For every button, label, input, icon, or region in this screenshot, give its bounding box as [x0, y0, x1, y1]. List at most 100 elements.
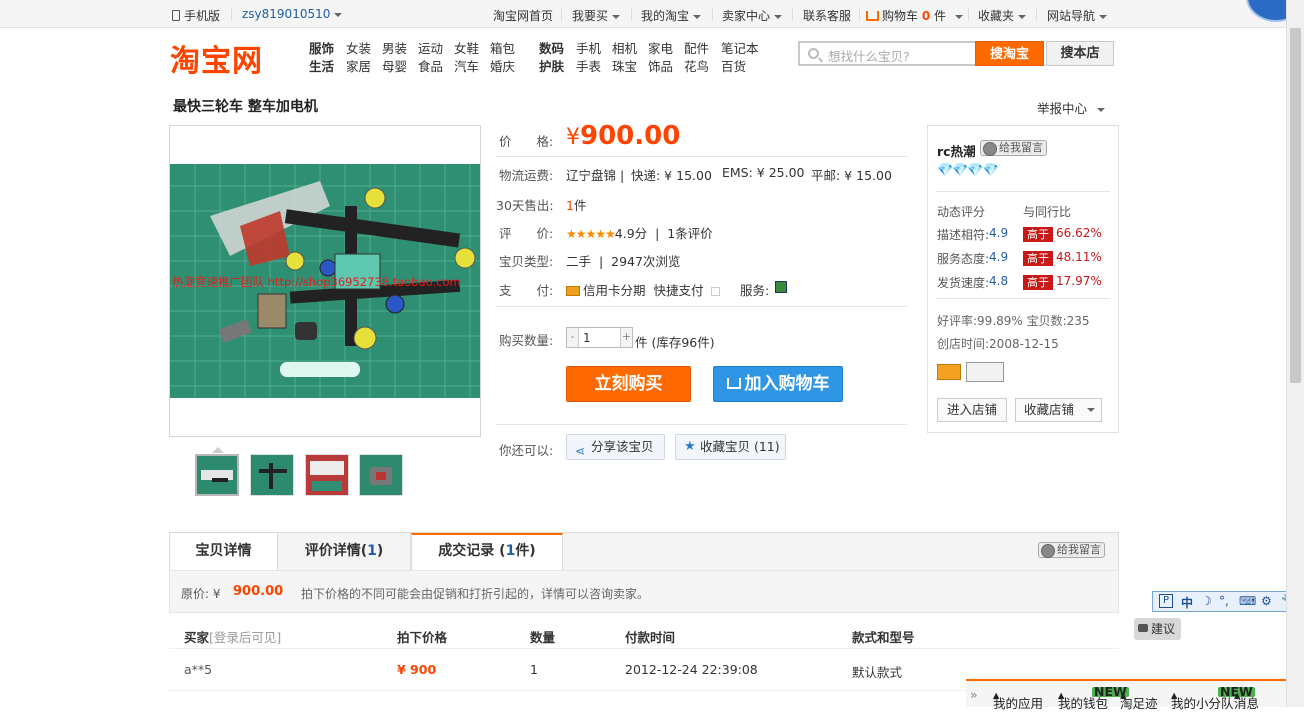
ime-settings-icon[interactable]: ⚙ [1261, 594, 1272, 608]
star-rating-icon: ★★★★★ [566, 227, 616, 241]
tab-details[interactable]: 宝贝详情 [170, 533, 278, 571]
tab-records[interactable]: 成交记录 (1件) [411, 533, 563, 571]
category-link[interactable]: 箱包 [490, 38, 515, 57]
fav-shop-button[interactable]: 收藏店铺 [1015, 398, 1102, 422]
mytaobao-menu[interactable]: 我的淘宝 [641, 7, 702, 24]
share-button[interactable]: ⋖ 分享该宝贝 [566, 434, 665, 460]
category-link[interactable]: 配件 [684, 38, 709, 57]
increment-button[interactable]: + [620, 328, 632, 347]
footprint-menu[interactable]: 淘足迹 ▴ [1120, 687, 1158, 711]
score-row-label: 描述相符: [937, 228, 990, 242]
my-wallet-menu[interactable]: 我的钱包 ▴ [1058, 687, 1108, 711]
category-link[interactable]: 数码 [539, 38, 564, 57]
favorites-menu[interactable]: 收藏夹 [978, 7, 1027, 24]
chevron-down-icon [1087, 408, 1095, 412]
scrollbar-thumb[interactable] [1290, 28, 1301, 383]
ime-toolbar[interactable]: P 中 ☽ °, ⌨ ⚙ 🔧 [1152, 591, 1302, 612]
thumbnail-4[interactable] [359, 454, 403, 496]
category-link[interactable]: 家电 [648, 38, 673, 57]
category-link[interactable]: 珠宝 [612, 56, 637, 75]
created-date: 创店时间:2008-12-15 [937, 337, 1059, 351]
category-link[interactable]: 生活 [309, 56, 334, 75]
category-link[interactable]: 家居 [346, 56, 371, 75]
also-label: 你还可以: [499, 443, 554, 458]
chevron-down-icon [1099, 14, 1108, 19]
category-link[interactable]: 笔记本 [721, 38, 759, 57]
category-link[interactable]: 护肤 [539, 56, 564, 75]
thumbnail-3[interactable] [305, 454, 349, 496]
sold-label: 30天售出: [496, 198, 554, 213]
collect-button[interactable]: ★ 收藏宝贝 (11) [675, 434, 786, 460]
quantity-stepper[interactable]: - 1 + [566, 327, 633, 348]
category-link[interactable]: 手机 [576, 38, 601, 57]
site-nav-menu[interactable]: 网站导航 [1047, 7, 1108, 24]
buy-menu[interactable]: 我要买 [572, 7, 621, 24]
chevron-down-icon [1097, 107, 1106, 112]
category-link[interactable]: 女装 [346, 38, 371, 57]
buy-now-button[interactable]: 立刻购买 [566, 366, 691, 402]
message-seller-button[interactable]: 给我留言 [980, 140, 1047, 156]
my-team-menu[interactable]: 我的小分队 ▴ [1171, 687, 1234, 711]
seller-name[interactable]: rc热潮 [937, 141, 976, 160]
messages-menu[interactable]: 消息 ▴ [1234, 687, 1259, 711]
taobao-home-link[interactable]: 淘宝网首页 [493, 7, 553, 24]
category-link[interactable]: 男装 [382, 38, 407, 57]
seller-center-menu[interactable]: 卖家中心 [722, 7, 783, 24]
category-link[interactable]: 女鞋 [454, 38, 479, 57]
report-center-link[interactable]: 举报中心 [1037, 98, 1106, 117]
category-link[interactable]: 服饰 [309, 38, 334, 57]
rating-label: 评 价: [499, 226, 554, 241]
sold-count: 1件 [566, 198, 587, 213]
category-link[interactable]: 母婴 [382, 56, 407, 75]
search-input[interactable]: 想找什么宝贝? [798, 41, 975, 66]
search-shop-button[interactable]: 搜本店 [1046, 41, 1114, 66]
ime-keyboard-icon[interactable]: ⌨ [1239, 594, 1256, 608]
shipping-label: 物流运费: [499, 168, 554, 183]
category-link[interactable]: 百货 [721, 56, 746, 75]
scrollbar[interactable] [1286, 0, 1304, 707]
category-link[interactable]: 花鸟 [684, 56, 709, 75]
search-taobao-button[interactable]: 搜淘宝 [975, 41, 1044, 66]
customer-service-link[interactable]: 联系客服 [803, 7, 851, 24]
price-label: 价 格: [499, 134, 554, 149]
category-link[interactable]: 手表 [576, 56, 601, 75]
score-row-percent: 17.97% [1056, 274, 1102, 288]
pay-methods[interactable]: 信用卡分期 快捷支付 [566, 280, 721, 299]
category-link[interactable]: 婚庆 [490, 56, 515, 75]
rating-value[interactable]: ★★★★★4.9分 | 1条评价 [566, 223, 713, 242]
category-link[interactable]: 汽车 [454, 56, 479, 75]
collapse-icon[interactable]: » [970, 687, 978, 702]
product-main-image[interactable]: 热潮竞速推广团队 http://shop36952738.taobao.com [169, 125, 481, 437]
category-link[interactable]: 运动 [418, 38, 443, 57]
credit-card-icon [566, 286, 580, 296]
suggest-button[interactable]: 建议 [1134, 618, 1181, 640]
type-value: 二手 | 2947次浏览 [566, 254, 681, 269]
chevron-down-icon [774, 14, 783, 19]
category-link[interactable]: 饰品 [648, 56, 673, 75]
chevron-down-icon [1018, 14, 1027, 19]
score-row-badge: 高于 [1023, 251, 1053, 266]
user-menu[interactable]: zsy819010510 [242, 7, 343, 21]
thumbnail-1[interactable] [195, 454, 239, 496]
service-icon[interactable] [775, 281, 787, 293]
category-link[interactable]: 相机 [612, 38, 637, 57]
score-row-value: 4.9 [989, 250, 1009, 264]
cart-link[interactable]: 购物车 0 件 [866, 7, 964, 24]
thumbnail-2[interactable] [250, 454, 294, 496]
add-to-cart-button[interactable]: 加入购物车 [713, 366, 843, 402]
thumb-pointer [212, 447, 224, 453]
mobile-link[interactable]: 手机版 [172, 7, 220, 24]
my-apps-menu[interactable]: 我的应用 ▴ [993, 687, 1043, 711]
category-link[interactable]: 食品 [418, 56, 443, 75]
compare-label: 与同行比 [1023, 205, 1072, 219]
taobao-logo[interactable]: 淘宝网 [170, 36, 263, 80]
tab-reviews[interactable]: 评价详情(1) [278, 533, 411, 571]
ime-width-icon[interactable]: ☽ [1201, 594, 1212, 608]
dyn-score-label: 动态评分 [937, 205, 986, 219]
decrement-button[interactable]: - [567, 328, 579, 347]
score-row-label: 服务态度: [937, 252, 990, 266]
ime-punct-icon[interactable]: °, [1219, 594, 1229, 608]
ime-lang-toggle[interactable]: 中 [1181, 594, 1193, 611]
enter-shop-button[interactable]: 进入店铺 [937, 398, 1007, 422]
tab-message-button[interactable]: 给我留言 [1038, 542, 1105, 558]
